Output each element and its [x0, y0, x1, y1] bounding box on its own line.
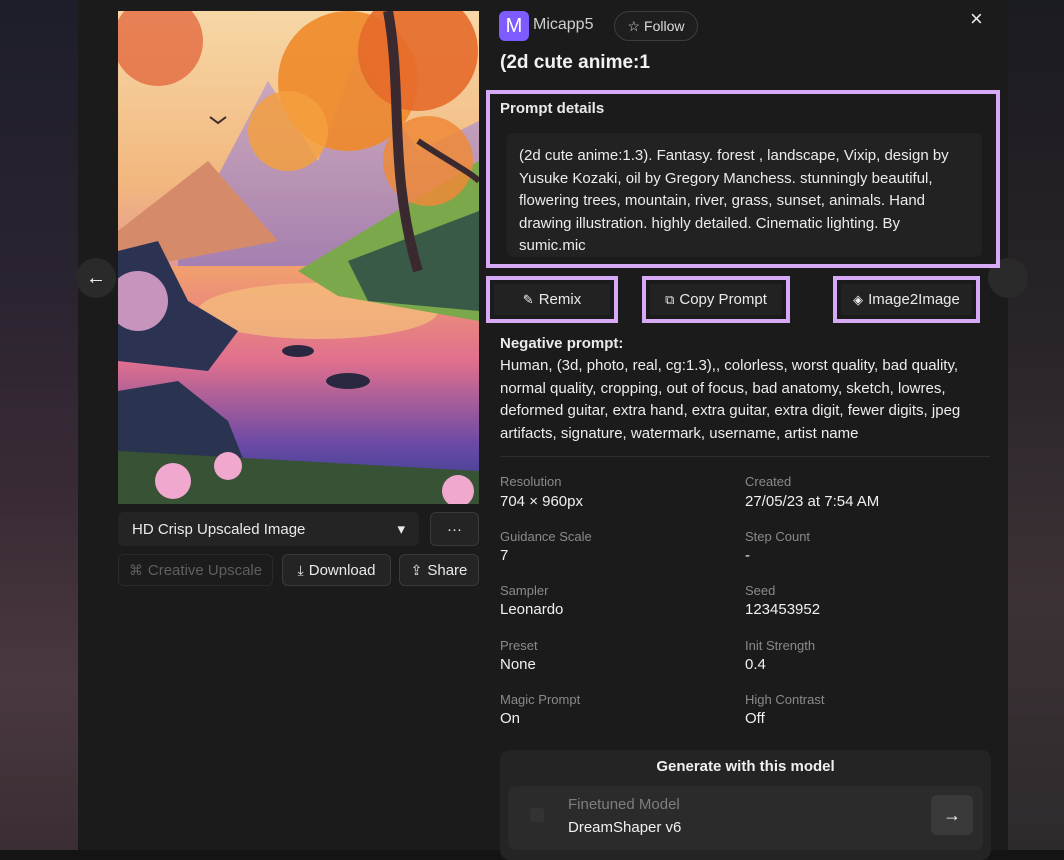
- share-icon: ⇪: [410, 561, 423, 578]
- resolution-value: 704 × 960px: [500, 493, 583, 510]
- resolution-label: Resolution: [500, 474, 562, 489]
- avatar[interactable]: M: [499, 11, 529, 41]
- arrow-right-icon[interactable]: →: [931, 795, 973, 835]
- download-label: Download: [308, 561, 376, 579]
- remix-button[interactable]: ✎ Remix: [494, 284, 610, 315]
- creative-upscale-button[interactable]: ⌘ Creative Upscale: [118, 554, 273, 586]
- high-contrast-value: Off: [745, 710, 765, 727]
- negative-prompt-label: Negative prompt:: [500, 335, 624, 352]
- prompt-details-label: Prompt details: [500, 100, 605, 117]
- follow-button[interactable]: ☆ Follow: [614, 11, 698, 41]
- preset-value: None: [500, 656, 536, 673]
- copy-prompt-label: Copy Prompt: [679, 291, 767, 308]
- generated-image[interactable]: [118, 11, 479, 504]
- download-button[interactable]: ⤓ Download: [282, 554, 391, 586]
- star-icon: ☆: [627, 17, 641, 34]
- model-type-label: Finetuned Model: [568, 796, 680, 813]
- upscale-select-label: HD Crisp Upscaled Image: [132, 520, 306, 538]
- negative-prompt-text: Human, (3d, photo, real, cg:1.3),, color…: [500, 357, 961, 442]
- init-strength-value: 0.4: [745, 656, 766, 673]
- upscale-select[interactable]: HD Crisp Upscaled Image ▾: [118, 512, 419, 546]
- image2image-label: Image2Image: [868, 291, 960, 308]
- sampler-label: Sampler: [500, 583, 549, 598]
- sampler-value: Leonardo: [500, 601, 564, 618]
- copy-icon: ⧉: [665, 291, 675, 307]
- more-options-button[interactable]: ···: [430, 512, 479, 546]
- remix-icon: ✎: [522, 291, 534, 307]
- guidance-value: 7: [500, 547, 509, 564]
- seed-value: 123453952: [745, 601, 821, 618]
- preset-label: Preset: [500, 638, 538, 653]
- step-count-value: -: [745, 547, 750, 564]
- username[interactable]: Micapp5: [533, 16, 593, 34]
- generate-title: Generate with this model: [656, 758, 835, 775]
- share-button[interactable]: ⇪ Share: [399, 554, 479, 586]
- download-icon: ⤓: [297, 561, 304, 578]
- page-title: (2d cute anime:1: [500, 52, 650, 73]
- prompt-text: (2d cute anime:1.3). Fantasy. forest , l…: [507, 133, 982, 257]
- created-value: 27/05/23 at 7:54 AM: [745, 493, 880, 510]
- creative-upscale-icon: ⌘: [128, 561, 143, 578]
- divider: [500, 456, 990, 457]
- magic-prompt-value: On: [500, 710, 521, 727]
- background-left: [0, 0, 78, 850]
- chevron-down-icon: ▾: [397, 521, 405, 538]
- image2image-button[interactable]: ◈ Image2Image: [841, 284, 972, 315]
- magic-prompt-label: Magic Prompt: [500, 692, 581, 707]
- model-row[interactable]: Finetuned Model DreamShaper v6 →: [508, 786, 983, 850]
- seed-label: Seed: [745, 583, 776, 598]
- generate-with-model-card: Generate with this model Finetuned Model…: [500, 750, 991, 860]
- init-strength-label: Init Strength: [745, 638, 816, 653]
- model-thumbnail: [530, 808, 544, 822]
- close-icon[interactable]: ×: [970, 6, 983, 32]
- image2image-icon: ◈: [853, 291, 864, 307]
- share-label: Share: [427, 561, 468, 579]
- created-label: Created: [745, 474, 792, 489]
- copy-prompt-button[interactable]: ⧉ Copy Prompt: [650, 284, 782, 315]
- background-right: [1008, 0, 1064, 850]
- step-count-label: Step Count: [745, 529, 811, 544]
- high-contrast-label: High Contrast: [745, 692, 825, 707]
- guidance-label: Guidance Scale: [500, 529, 592, 544]
- model-name: DreamShaper v6: [568, 819, 682, 836]
- creative-upscale-label: Creative Upscale: [147, 561, 263, 579]
- remix-label: Remix: [538, 291, 582, 308]
- follow-label: Follow: [644, 18, 685, 34]
- previous-arrow-icon[interactable]: ←: [76, 258, 116, 298]
